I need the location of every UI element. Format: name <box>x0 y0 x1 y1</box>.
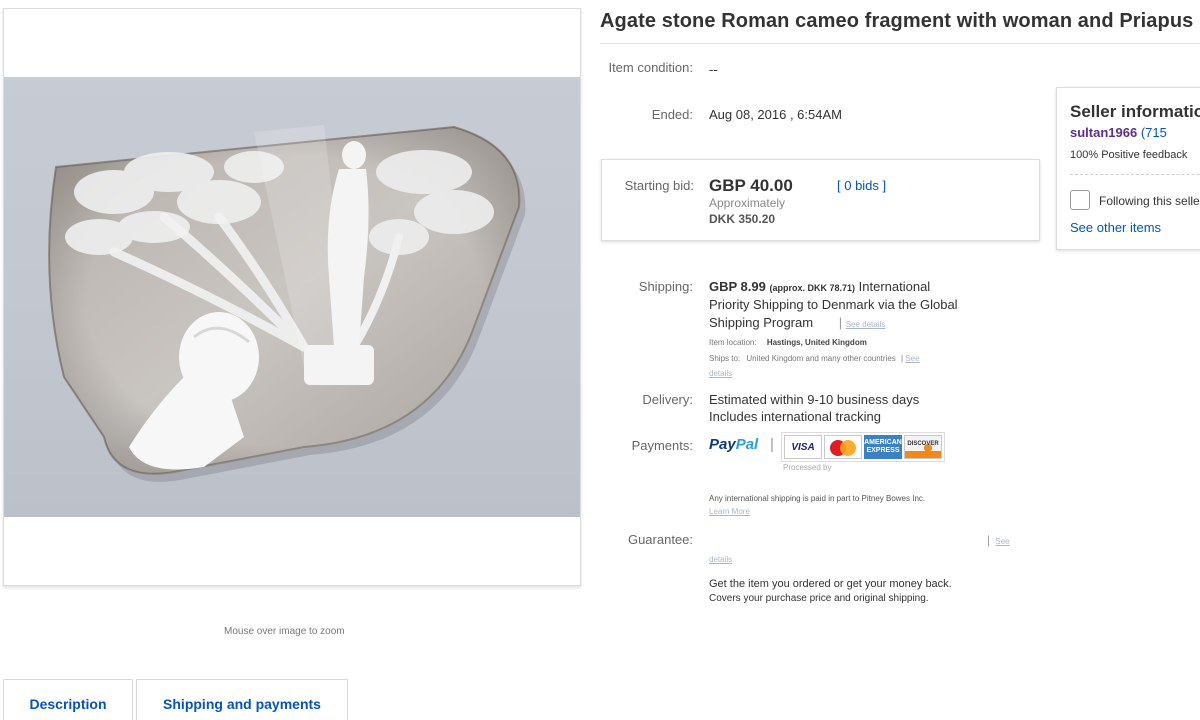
delivery-line1: Estimated within 9-10 business days <box>709 392 920 407</box>
shipping-approx: (approx. DKK 78.71) <box>769 283 856 293</box>
seller-divider <box>1070 174 1200 175</box>
visa-icon: VISA <box>784 435 822 459</box>
ships-to-row: Ships to: United Kingdom and many other … <box>709 353 920 364</box>
item-location-label: Item location: <box>709 338 757 347</box>
zoom-hint: Mouse over image to zoom <box>224 626 345 637</box>
delivery-line2: Includes international tracking <box>709 409 881 424</box>
ships-to-label: Ships to: <box>709 354 741 363</box>
seller-info-title: Seller information <box>1070 102 1200 121</box>
guarantee-details-link[interactable]: details <box>709 554 732 565</box>
seller-feedback-count-link[interactable]: (715 <box>1141 125 1167 140</box>
seller-name-row: sultan1966 (715 <box>1070 125 1167 140</box>
payments-label: Payments: <box>631 438 693 453</box>
item-title: Agate stone Roman cameo fragment with wo… <box>600 10 1194 32</box>
shipping-see-details-link[interactable]: See details <box>846 320 886 329</box>
ships-details-link[interactable]: details <box>709 368 732 379</box>
item-location-row: Item location: Hastings, United Kingdom <box>709 337 867 348</box>
cameo-photo <box>48 125 526 482</box>
seller-positive-feedback: 100% Positive feedback <box>1070 149 1188 161</box>
mastercard-icon <box>824 435 862 459</box>
bid-box: Starting bid: GBP 40.00 [ 0 bids ] Appro… <box>601 159 1040 241</box>
amex-icon: AMERICAN EXPRESS <box>864 435 902 459</box>
delivery-label: Delivery: <box>642 392 693 407</box>
separator: | <box>901 354 904 363</box>
paypal-logo: PayPal <box>709 436 758 453</box>
condition-label: Item condition: <box>608 60 693 75</box>
guarantee-line2: Covers your purchase price and original … <box>709 593 929 604</box>
card-logos: VISA AMERICAN EXPRESS DISCOVER <box>781 432 945 462</box>
approx-value: DKK 350.20 <box>709 212 776 226</box>
amex-icon-label: AMERICAN EXPRESS <box>864 439 902 454</box>
shipping-label: Shipping: <box>638 279 693 294</box>
separator: | <box>770 436 774 453</box>
starting-bid-label: Starting bid: <box>624 178 694 193</box>
separator: | <box>987 533 991 547</box>
approx-label: Approximately <box>709 196 786 210</box>
international-shipping-note: Any international shipping is paid in pa… <box>709 494 926 503</box>
bid-count-link[interactable]: [ 0 bids ] <box>837 178 886 194</box>
starting-bid-price: GBP 40.00 <box>709 176 793 195</box>
see-other-items-link[interactable]: See other items <box>1070 220 1161 235</box>
discover-icon: DISCOVER <box>904 435 942 459</box>
tab-shipping-and-payments[interactable]: Shipping and payments <box>136 679 348 720</box>
paypal-pay-text: Pay <box>709 436 736 453</box>
item-photo[interactable] <box>4 77 580 517</box>
guarantee-see-row: | See <box>987 533 1010 547</box>
item-image-frame[interactable] <box>3 8 581 586</box>
ended-label: Ended: <box>651 107 693 122</box>
guarantee-label: Guarantee: <box>627 532 693 547</box>
title-divider <box>600 43 1200 44</box>
paypal-pal-text: Pal <box>735 436 759 453</box>
shipping-line1: GBP 8.99 (approx. DKK 78.71) Internation… <box>709 279 930 296</box>
follow-seller-label[interactable]: Following this seller <box>1099 194 1200 208</box>
shipping-line3: Shipping Program | See details <box>709 315 885 331</box>
condition-value: -- <box>709 62 718 77</box>
ended-value: Aug 08, 2016 , 6:54AM <box>709 107 842 122</box>
shipping-line2: Priority Shipping to Denmark via the Glo… <box>709 297 958 312</box>
ships-to-value: United Kingdom and many other countries <box>746 354 896 363</box>
processed-by: Processed by <box>783 463 832 472</box>
seller-info-box: Seller information sultan1966 (715 100% … <box>1056 87 1200 250</box>
listing-page: Mouse over image to zoom Description Shi… <box>0 0 1200 720</box>
discover-icon-label: DISCOVER <box>907 441 939 447</box>
guarantee-line1: Get the item you ordered or get your mon… <box>709 578 952 590</box>
item-location-value: Hastings, United Kingdom <box>766 338 867 347</box>
guarantee-see-link[interactable]: See <box>995 537 1009 546</box>
shipping-price: GBP 8.99 <box>709 279 766 294</box>
ships-see-link[interactable]: See <box>905 354 919 363</box>
tab-description[interactable]: Description <box>3 679 133 720</box>
seller-name-link[interactable]: sultan1966 <box>1070 125 1137 140</box>
learn-more-link[interactable]: Learn More <box>709 506 750 517</box>
separator: | <box>838 315 843 330</box>
shipping-line1-rest: International <box>858 279 931 294</box>
follow-seller-checkbox[interactable] <box>1070 190 1090 210</box>
shipping-program: Shipping Program <box>709 315 814 330</box>
